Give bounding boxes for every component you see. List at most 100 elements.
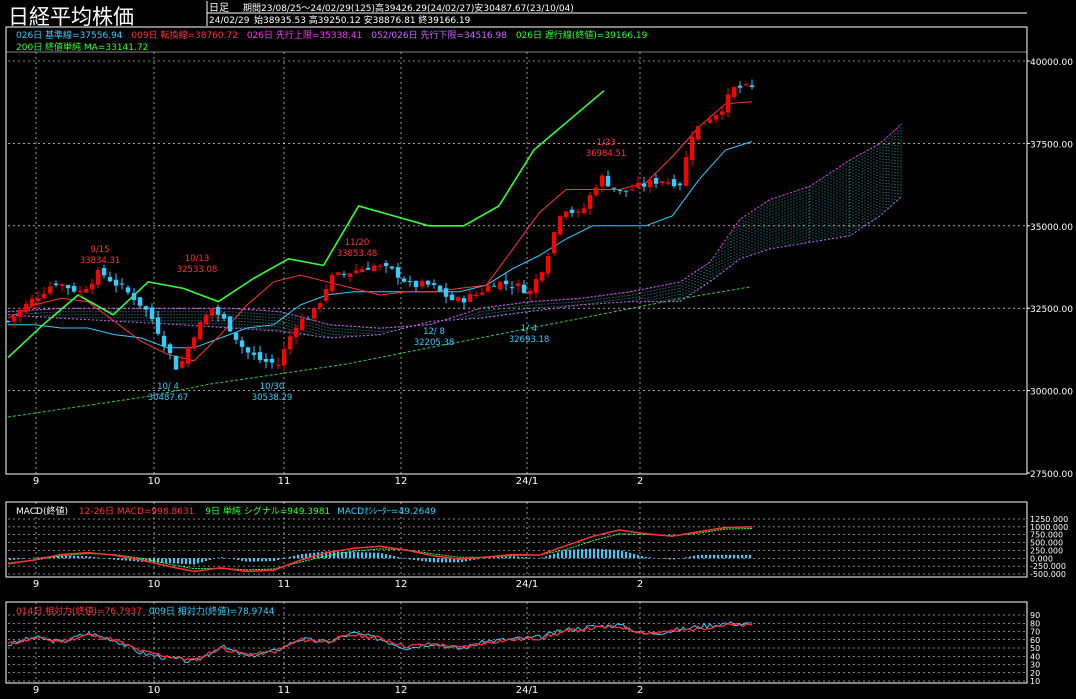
candle-body	[83, 288, 89, 293]
candle-body	[533, 279, 539, 293]
legend-senkou-a: 026日 先行上限=35338.41	[247, 29, 363, 41]
x-tick-label: 2	[637, 579, 643, 590]
candle-body	[689, 136, 695, 160]
annotation-date: 1/ 4	[521, 324, 537, 334]
candle-body	[311, 308, 317, 319]
candle-body	[191, 337, 197, 349]
candle-body	[371, 265, 377, 272]
candle-body	[203, 315, 209, 325]
candle-body	[341, 274, 347, 276]
candle-body	[23, 303, 29, 313]
candle-body	[167, 344, 173, 354]
candle-body	[143, 306, 149, 310]
candle-body	[515, 283, 521, 286]
candle-body	[395, 267, 401, 278]
candle-body	[497, 281, 503, 290]
candle-body	[59, 284, 65, 287]
candle-body	[137, 297, 143, 306]
candle-body	[245, 347, 251, 353]
legend-macd-osc: MACDｵｼﾚｰﾀｰ=49.2649	[337, 506, 436, 517]
x-tick-label: 9	[33, 579, 39, 590]
candle-body	[677, 183, 683, 186]
x-tick-label: 24/1	[516, 685, 538, 696]
annotation-date: 10/30	[260, 382, 285, 392]
candle-body	[161, 335, 167, 347]
candle-body	[11, 316, 17, 322]
candle-body	[509, 287, 515, 289]
candle-body	[95, 270, 101, 285]
candle-body	[485, 285, 491, 292]
rsi-y-tick-label: 10	[1030, 677, 1040, 686]
x-tick-label: 24/1	[516, 476, 538, 487]
annotation-date: 11/20	[345, 238, 370, 248]
candle-body	[149, 307, 155, 320]
candle-body	[581, 208, 587, 213]
candle-body	[551, 232, 557, 254]
candle-body	[431, 283, 437, 285]
annotation-date: 10/13	[185, 254, 210, 264]
candle-body	[317, 303, 323, 308]
candle-body	[569, 209, 575, 214]
candle-body	[737, 85, 743, 88]
candle-body	[221, 313, 227, 319]
y-tick-label: 32500.00	[1030, 305, 1073, 315]
candle-body	[17, 309, 23, 318]
y-tick-label: 27500.00	[1030, 470, 1073, 480]
stock-chart: 日経平均株価 日足 期間23/08/25〜24/02/29(125)高39426…	[0, 0, 1076, 699]
candle-body	[665, 182, 671, 184]
annotation-value: 30538.29	[252, 393, 293, 403]
candle-body	[185, 347, 191, 364]
candle-body	[47, 286, 53, 294]
candle-body	[287, 336, 293, 350]
annotation-value: 36984.51	[586, 149, 627, 159]
candle-body	[125, 287, 131, 293]
candle-body	[467, 293, 473, 302]
candle-body	[89, 283, 95, 290]
candle-body	[65, 285, 71, 289]
candle-body	[599, 175, 605, 187]
candle-body	[491, 285, 497, 287]
x-tick-label: 11	[278, 579, 291, 590]
candle-body	[377, 265, 383, 267]
y-tick-label: 37500.00	[1030, 140, 1073, 150]
candle-body	[725, 94, 731, 113]
legend-ma200: 200日 終値単純 MA=33141.72	[16, 41, 148, 53]
candle-body	[743, 84, 749, 86]
candle-body	[611, 187, 617, 189]
candle-body	[173, 355, 179, 370]
candle-body	[335, 272, 341, 275]
macd-legend: MACD(終値) 12-26日 MACD=998.8631 9日 単純 シグナル…	[16, 505, 436, 517]
candle-body	[593, 187, 599, 196]
candle-body	[293, 327, 299, 338]
legend-macd-signal: 9日 単純 シグナル=949.3981	[205, 505, 330, 517]
candle-body	[71, 285, 77, 292]
x-tick-label: 11	[278, 476, 291, 487]
candle-body	[407, 281, 413, 283]
timeframe-label: 日足	[209, 2, 229, 14]
candle-body	[503, 280, 509, 285]
x-tick-label: 10	[148, 685, 161, 696]
candle-body	[251, 352, 257, 355]
candle-body	[269, 358, 275, 363]
candle-body	[179, 361, 185, 368]
candle-body	[575, 211, 581, 213]
candle-body	[539, 272, 545, 281]
candle-body	[653, 178, 659, 184]
annotation-value: 32205.38	[414, 338, 455, 348]
legend-chikou: 026日 遅行線(終値)=39166.19	[516, 29, 648, 41]
y-tick-label: 40000.00	[1030, 58, 1073, 68]
period-summary: 期間23/08/25〜24/02/29(125)高39426.29(24/02/…	[243, 2, 574, 14]
candle-body	[617, 189, 623, 191]
candle-body	[131, 293, 137, 300]
candle-body	[323, 288, 329, 301]
candle-body	[305, 318, 311, 320]
candle-body	[359, 269, 365, 273]
annotation-value: 32533.08	[177, 265, 218, 275]
legend-kijun: 026日 基準線=37556.94	[16, 29, 123, 41]
x-tick-label: 12	[395, 579, 408, 590]
candle-body	[707, 119, 713, 123]
candle-body	[719, 111, 725, 115]
x-tick-label: 2	[637, 476, 643, 487]
candle-body	[461, 298, 467, 303]
x-tick-label: 2	[637, 685, 643, 696]
